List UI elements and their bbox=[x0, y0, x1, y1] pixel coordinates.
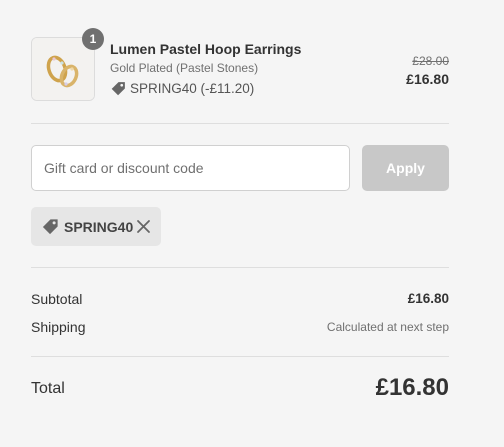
shipping-value: Calculated at next step bbox=[326, 320, 449, 334]
product-title: Lumen Pastel Hoop Earrings bbox=[110, 41, 302, 57]
applied-code-label: SPRING40 bbox=[64, 218, 134, 235]
tag-icon bbox=[111, 82, 125, 96]
shipping-label: Shipping bbox=[31, 319, 86, 335]
compare-at-price: £28.00 bbox=[412, 54, 449, 68]
line-discount-text: SPRING40 (-£11.20) bbox=[130, 81, 255, 96]
total-label: Total bbox=[31, 380, 65, 397]
divider bbox=[31, 267, 449, 268]
applied-discount-chip: SPRING40 bbox=[31, 207, 161, 246]
subtotal-value: £16.80 bbox=[407, 291, 449, 306]
order-summary: 1 Lumen Pastel Hoop Earrings Gold Plated… bbox=[0, 0, 504, 447]
divider bbox=[31, 123, 449, 124]
close-icon[interactable] bbox=[136, 219, 151, 234]
divider bbox=[31, 356, 449, 357]
quantity-badge: 1 bbox=[82, 28, 104, 50]
line-item: 1 Lumen Pastel Hoop Earrings Gold Plated… bbox=[31, 28, 449, 101]
line-price: £16.80 bbox=[406, 71, 449, 87]
discount-code-input[interactable] bbox=[31, 145, 350, 191]
apply-button[interactable]: Apply bbox=[362, 145, 449, 191]
line-discount: SPRING40 (-£11.20) bbox=[110, 80, 254, 97]
product-variant: Gold Plated (Pastel Stones) bbox=[110, 61, 259, 75]
subtotal-label: Subtotal bbox=[31, 291, 83, 307]
total-value: £16.80 bbox=[375, 374, 449, 401]
tag-icon bbox=[42, 219, 58, 235]
